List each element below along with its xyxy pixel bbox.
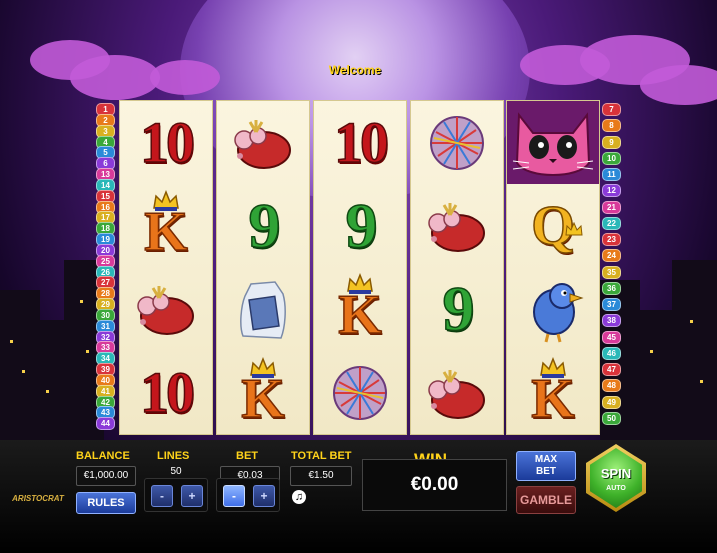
max-bet-button[interactable]: MAX BET [516,451,576,481]
spin-label: SPIN [600,466,632,481]
rules-button[interactable]: RULES [76,492,136,514]
payline-badge[interactable]: 37 [602,298,621,311]
payline-badge[interactable]: 48 [602,379,621,393]
lines-value: 50 [170,466,182,477]
bet-decrease-button[interactable]: - [223,485,245,507]
auto-label: AUTO [606,485,626,492]
payline-badge[interactable]: 8 [602,119,621,133]
symbol-nine: 9 [345,189,379,262]
music-note-icon[interactable]: ♫ [292,490,306,504]
payline-badge[interactable]: 46 [602,346,621,360]
mouse-icon [411,184,503,267]
bet-label: BET [236,450,258,462]
lines-controls: - + [144,478,208,512]
game-screen: Welcome 1 2 3 4 5 6 13 14 15 16 17 18 19 20 25 26 27 28 29… [0,0,717,553]
cat-icon [507,101,599,184]
symbol-king: K [314,267,406,350]
cloud [150,60,220,95]
reel-3: 10 9 K [313,100,407,435]
symbol-nine: 9 [248,189,282,262]
payline-badge[interactable]: 35 [602,265,621,279]
payline-badge[interactable]: 38 [602,314,621,328]
win-display: €0.00 [362,459,507,511]
lines-label: LINES [157,450,190,462]
total-bet-value: €1.50 [290,466,352,486]
reel-1: 10 K 10 [119,100,213,435]
symbol-nine: 9 [442,272,476,345]
payline-badge[interactable]: 23 [602,233,621,246]
payline-badge[interactable]: 44 [96,417,115,431]
reel-2: 9 K [216,100,310,435]
gamble-button[interactable]: GAMBLE [516,486,576,514]
balance-label: BALANCE [76,450,130,462]
mouse-icon [217,101,309,184]
symbol-king: K [507,351,599,434]
reel-5: Q K [506,100,600,435]
bet-controls: - + [216,478,280,512]
bird-icon [507,267,599,350]
payline-badge[interactable]: 24 [602,249,621,263]
milk-carton-icon [217,267,309,350]
payline-badge[interactable]: 9 [602,135,621,149]
payline-badge[interactable]: 11 [602,168,621,181]
aristocrat-logo: ARISTOCRAT [12,494,64,503]
payline-badge[interactable]: 36 [602,281,621,295]
symbol-ten: 10 [139,359,196,426]
cloud [70,55,160,100]
symbol-king: K [217,351,309,434]
symbol-king: K [120,184,212,267]
lines-decrease-button[interactable]: - [151,485,173,507]
payline-badge[interactable]: 50 [602,411,621,425]
symbol-ten: 10 [333,109,390,176]
payline-badge[interactable]: 45 [602,330,621,344]
payline-badge[interactable]: 12 [602,184,621,198]
payline-badge[interactable]: 10 [602,151,621,165]
payline-badge[interactable]: 7 [602,103,621,116]
mouse-icon [411,351,503,434]
bet-increase-button[interactable]: + [253,485,275,507]
payline-badge[interactable]: 22 [602,216,621,230]
win-value: €0.00 [410,474,459,495]
payline-badge[interactable]: 47 [602,363,621,376]
total-bet-label: TOTAL BET [291,450,352,462]
yarn-ball-icon [314,351,406,434]
payline-badge[interactable]: 49 [602,395,621,409]
lines-increase-button[interactable]: + [181,485,203,507]
welcome-message: Welcome [328,63,382,77]
mouse-icon [120,267,212,350]
payline-badge[interactable]: 21 [602,200,621,214]
balance-value: €1,000.00 [76,466,136,486]
yarn-ball-icon [411,101,503,184]
reel-4: 9 [410,100,504,435]
symbol-ten: 10 [139,109,196,176]
symbol-queen: Q [507,184,599,267]
